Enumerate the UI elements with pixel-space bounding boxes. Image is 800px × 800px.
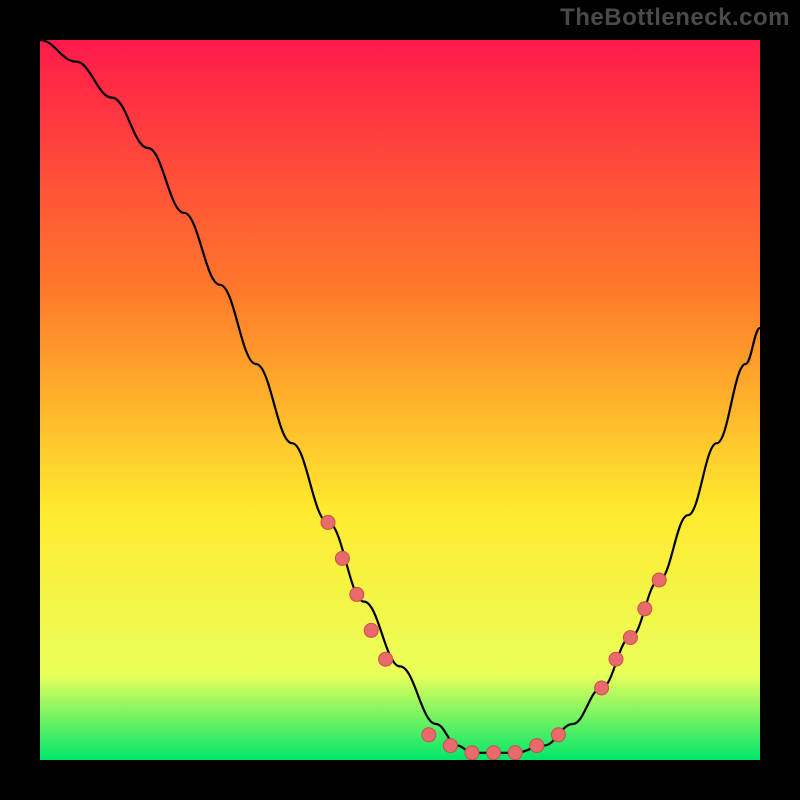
marker-dot bbox=[443, 739, 457, 753]
plot-area bbox=[40, 40, 760, 760]
watermark-text: TheBottleneck.com bbox=[560, 4, 790, 32]
marker-dot bbox=[350, 587, 364, 601]
marker-dot bbox=[508, 746, 522, 760]
marker-dot bbox=[465, 746, 479, 760]
chart-svg bbox=[40, 40, 760, 760]
marker-dot bbox=[321, 515, 335, 529]
marker-dot bbox=[379, 652, 393, 666]
marker-dot bbox=[335, 551, 349, 565]
marker-dot bbox=[487, 746, 501, 760]
chart-frame: TheBottleneck.com bbox=[0, 0, 800, 800]
marker-dot bbox=[652, 573, 666, 587]
marker-dot bbox=[623, 631, 637, 645]
marker-dot bbox=[422, 728, 436, 742]
marker-dot bbox=[638, 602, 652, 616]
marker-dot bbox=[364, 623, 378, 637]
marker-dot bbox=[530, 739, 544, 753]
marker-dot bbox=[551, 728, 565, 742]
marker-dot bbox=[609, 652, 623, 666]
marker-dot bbox=[595, 681, 609, 695]
